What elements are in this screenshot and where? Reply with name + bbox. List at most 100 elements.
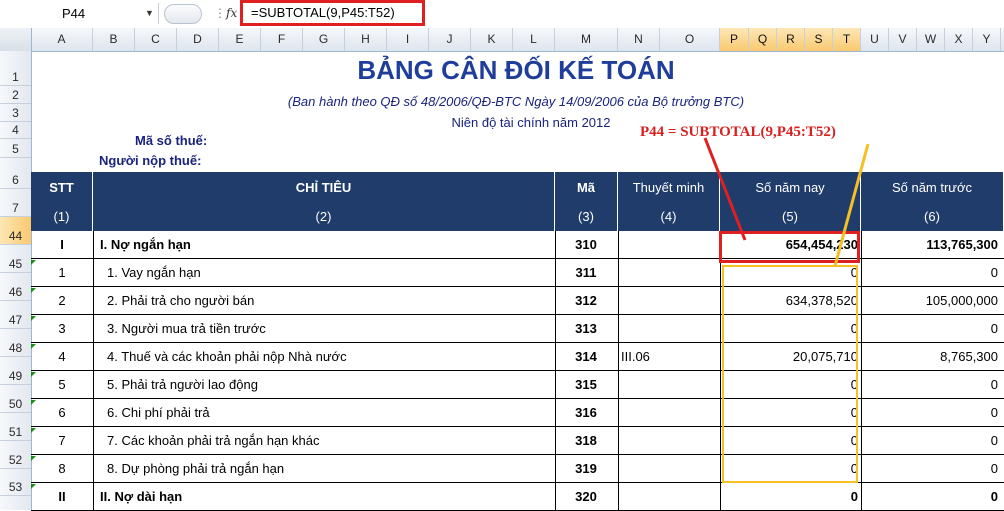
row-name[interactable]: 1. Vay ngắn hạn	[107, 265, 201, 280]
column-header[interactable]: F	[261, 28, 303, 51]
row-name[interactable]: 8. Dự phòng phải trả ngắn hạn	[107, 461, 284, 476]
header-thuyet-minh[interactable]: Thuyết minh	[618, 172, 720, 203]
column-header[interactable]: U	[861, 28, 889, 51]
row-header[interactable]: 49	[0, 357, 31, 385]
header-num-3[interactable]: (3)	[555, 203, 618, 231]
column-header[interactable]: C	[135, 28, 177, 51]
row-stt[interactable]: 7	[31, 433, 93, 448]
row-stt[interactable]: II	[31, 489, 93, 504]
row-header[interactable]: 47	[0, 301, 31, 329]
row-previous-year[interactable]: 113,765,300	[862, 237, 998, 252]
header-stt[interactable]: STT	[31, 172, 93, 203]
column-header[interactable]: Q	[749, 28, 777, 51]
row-code[interactable]: 314	[556, 349, 616, 364]
row-header[interactable]: 45	[0, 245, 31, 273]
row-name[interactable]: II. Nợ dài hạn	[100, 489, 182, 504]
row-header[interactable]: 6	[0, 158, 31, 189]
column-header[interactable]: S	[805, 28, 833, 51]
formula-bar-divider-handle[interactable]	[164, 4, 202, 24]
dropdown-arrow-icon[interactable]: ▼	[145, 3, 154, 24]
column-header[interactable]: I	[387, 28, 429, 51]
row-code[interactable]: 319	[556, 461, 616, 476]
row-stt[interactable]: 5	[31, 377, 93, 392]
row-name[interactable]: I. Nợ ngắn hạn	[100, 237, 191, 252]
row-note[interactable]: III.06	[621, 349, 650, 364]
header-so-nam-nay[interactable]: Số năm nay	[720, 172, 861, 203]
row-stt[interactable]: 6	[31, 405, 93, 420]
row-previous-year[interactable]: 0	[862, 405, 998, 420]
row-previous-year[interactable]: 105,000,000	[862, 293, 998, 308]
row-previous-year[interactable]: 0	[862, 321, 998, 336]
row-previous-year[interactable]: 8,765,300	[862, 349, 998, 364]
insert-function-icon[interactable]: fx	[226, 3, 237, 24]
header-num-1[interactable]: (1)	[31, 203, 93, 231]
row-code[interactable]: 318	[556, 433, 616, 448]
row-header[interactable]: 7	[0, 189, 31, 217]
row-code[interactable]: 312	[556, 293, 616, 308]
row-previous-year[interactable]: 0	[862, 433, 998, 448]
row-header[interactable]: 44	[0, 217, 31, 245]
row-header[interactable]: 50	[0, 385, 31, 413]
column-header[interactable]: N	[618, 28, 660, 51]
row-name[interactable]: 6. Chi phí phải trả	[107, 405, 210, 420]
row-stt[interactable]: 2	[31, 293, 93, 308]
header-num-4[interactable]: (4)	[618, 203, 720, 231]
row-previous-year[interactable]: 0	[862, 377, 998, 392]
row-stt[interactable]: I	[31, 237, 93, 252]
column-header[interactable]: A	[31, 28, 93, 51]
row-stt[interactable]: 4	[31, 349, 93, 364]
row-code[interactable]: 316	[556, 405, 616, 420]
row-previous-year[interactable]: 0	[862, 265, 998, 280]
row-header[interactable]: 53	[0, 469, 31, 496]
row-header[interactable]: 52	[0, 441, 31, 469]
row-stt[interactable]: 1	[31, 265, 93, 280]
row-code[interactable]: 320	[556, 489, 616, 504]
column-header[interactable]: G	[303, 28, 345, 51]
row-stt[interactable]: 8	[31, 461, 93, 476]
row-name[interactable]: 4. Thuế và các khoản phải nộp Nhà nước	[107, 349, 347, 364]
row-header[interactable]: 3	[0, 104, 31, 122]
column-header[interactable]: X	[945, 28, 973, 51]
header-chi-tieu[interactable]: CHỈ TIÊU	[93, 172, 555, 203]
row-code[interactable]: 311	[556, 265, 616, 280]
select-all-corner[interactable]	[0, 28, 32, 51]
row-code[interactable]: 313	[556, 321, 616, 336]
column-header[interactable]: L	[513, 28, 555, 51]
row-name[interactable]: 2. Phải trả cho người bán	[107, 293, 254, 308]
row-code[interactable]: 310	[556, 237, 616, 252]
row-name[interactable]: 5. Phải trả người lao động	[107, 377, 258, 392]
column-header[interactable]: E	[219, 28, 261, 51]
row-header[interactable]: 51	[0, 413, 31, 441]
column-header[interactable]: J	[429, 28, 471, 51]
row-header[interactable]: 48	[0, 329, 31, 357]
column-header[interactable]: Y	[973, 28, 1001, 51]
name-box[interactable]: P44 ▼	[0, 3, 159, 24]
header-ma[interactable]: Mã	[555, 172, 618, 203]
column-header[interactable]: V	[889, 28, 917, 51]
column-header[interactable]: M	[555, 28, 618, 51]
column-header[interactable]: B	[93, 28, 135, 51]
row-header[interactable]: 46	[0, 273, 31, 301]
selected-cell-highlight[interactable]	[719, 231, 860, 263]
row-current-year[interactable]: 0	[720, 489, 858, 504]
row-header[interactable]: 5	[0, 139, 31, 158]
header-num-2[interactable]: (2)	[93, 203, 555, 231]
resize-dots-icon[interactable]: ⋮	[214, 3, 226, 24]
column-header[interactable]: P	[720, 28, 749, 51]
row-header[interactable]: 2	[0, 86, 31, 104]
row-code[interactable]: 315	[556, 377, 616, 392]
column-header[interactable]: W	[917, 28, 945, 51]
row-previous-year[interactable]: 0	[862, 489, 998, 504]
column-header[interactable]: D	[177, 28, 219, 51]
header-num-6[interactable]: (6)	[861, 203, 1004, 231]
header-so-nam-truoc[interactable]: Số năm trước	[861, 172, 1004, 203]
row-header[interactable]: 1	[0, 51, 31, 86]
row-stt[interactable]: 3	[31, 321, 93, 336]
row-previous-year[interactable]: 0	[862, 461, 998, 476]
column-header[interactable]: T	[833, 28, 861, 51]
column-header[interactable]: R	[777, 28, 805, 51]
row-name[interactable]: 3. Người mua trả tiền trước	[107, 321, 266, 336]
row-name[interactable]: 7. Các khoản phải trả ngắn hạn khác	[107, 433, 319, 448]
column-header[interactable]: H	[345, 28, 387, 51]
column-header[interactable]: O	[660, 28, 720, 51]
